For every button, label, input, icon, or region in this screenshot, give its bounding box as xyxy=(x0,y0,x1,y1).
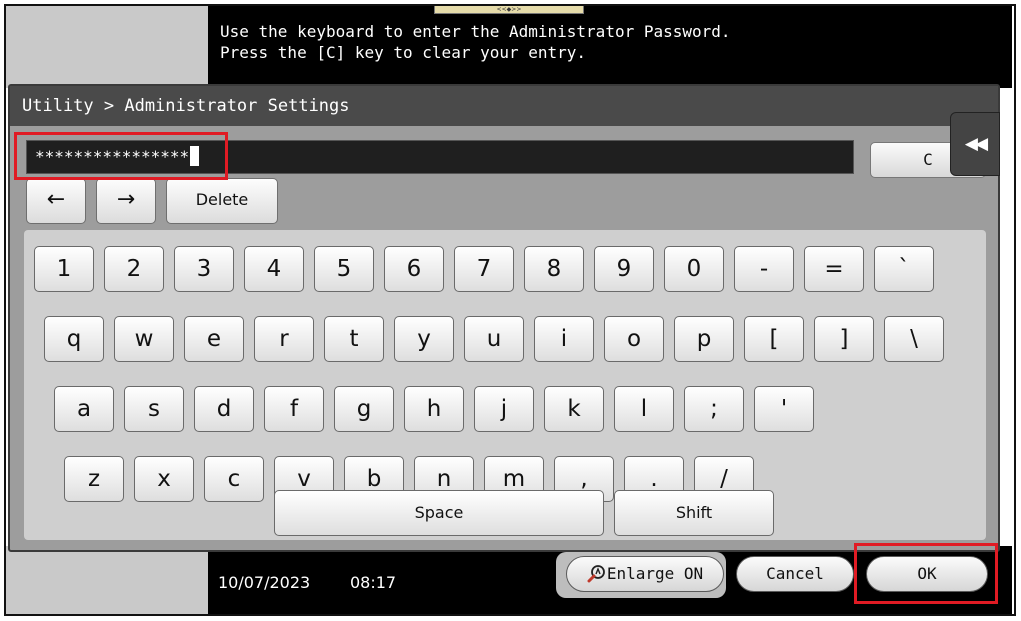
key-row1-12[interactable]: ` xyxy=(874,246,934,292)
key-row3-4[interactable]: g xyxy=(334,386,394,432)
key-row4-1[interactable]: x xyxy=(134,456,194,502)
key-row2-3[interactable]: r xyxy=(254,316,314,362)
key-row3-9[interactable]: ; xyxy=(684,386,744,432)
key-row3-6[interactable]: j xyxy=(474,386,534,432)
key-row1-5[interactable]: 6 xyxy=(384,246,444,292)
cancel-button[interactable]: Cancel xyxy=(736,556,854,592)
key-row3-5[interactable]: h xyxy=(404,386,464,432)
key-row2-9[interactable]: p xyxy=(674,316,734,362)
key-row2-2[interactable]: e xyxy=(184,316,244,362)
key-row3-8[interactable]: l xyxy=(614,386,674,432)
key-row3-3[interactable]: f xyxy=(264,386,324,432)
key-row3-0[interactable]: a xyxy=(54,386,114,432)
key-row1-3[interactable]: 4 xyxy=(244,246,304,292)
key-row2-0[interactable]: q xyxy=(44,316,104,362)
key-row1-7[interactable]: 8 xyxy=(524,246,584,292)
breadcrumb: Utility > Administrator Settings xyxy=(10,86,998,126)
key-row1-9[interactable]: 0 xyxy=(664,246,724,292)
key-row1-6[interactable]: 7 xyxy=(454,246,514,292)
delete-button[interactable]: Delete xyxy=(166,178,278,224)
key-row1-11[interactable]: = xyxy=(804,246,864,292)
key-row1-0[interactable]: 1 xyxy=(34,246,94,292)
key-row2-12[interactable]: \ xyxy=(884,316,944,362)
key-row3-7[interactable]: k xyxy=(544,386,604,432)
ok-button[interactable]: OK xyxy=(866,556,988,592)
key-row3-1[interactable]: s xyxy=(124,386,184,432)
instruction-line-2: Press the [C] key to clear your entry. xyxy=(220,43,587,62)
password-input[interactable]: **************** xyxy=(26,140,854,174)
key-row1-1[interactable]: 2 xyxy=(104,246,164,292)
key-row2-5[interactable]: y xyxy=(394,316,454,362)
key-row2-7[interactable]: i xyxy=(534,316,594,362)
instruction-area: Use the keyboard to enter the Administra… xyxy=(208,6,1012,88)
key-row2-4[interactable]: t xyxy=(324,316,384,362)
text-cursor xyxy=(190,146,200,166)
key-row1-10[interactable]: - xyxy=(734,246,794,292)
password-value: **************** xyxy=(35,147,190,166)
collapse-panel-icon[interactable]: ◀◀ xyxy=(950,112,1000,176)
status-date: 10/07/2023 xyxy=(218,573,311,592)
cursor-left-button[interactable]: ← xyxy=(26,178,86,224)
keyboard: 1 2 3 4 5 6 7 8 9 0- = ` q w e r t y u i o p[] \ a s d f g h j k l; ' … xyxy=(24,230,986,540)
enlarge-label: Enlarge ON xyxy=(606,564,704,583)
key-row4-0[interactable]: z xyxy=(64,456,124,502)
key-row2-10[interactable]: [ xyxy=(744,316,804,362)
key-row1-2[interactable]: 3 xyxy=(174,246,234,292)
key-row2-8[interactable]: o xyxy=(604,316,664,362)
top-pull-tab[interactable]: <<◆>> xyxy=(434,6,584,14)
shift-key[interactable]: Shift xyxy=(614,490,774,536)
key-row4-2[interactable]: c xyxy=(204,456,264,502)
instruction-line-1: Use the keyboard to enter the Administra… xyxy=(220,22,731,41)
cursor-right-button[interactable]: → xyxy=(96,178,156,224)
key-row1-8[interactable]: 9 xyxy=(594,246,654,292)
enlarge-icon xyxy=(587,565,605,583)
key-row1-4[interactable]: 5 xyxy=(314,246,374,292)
key-row2-11[interactable]: ] xyxy=(814,316,874,362)
left-panel-top xyxy=(6,6,208,88)
space-key[interactable]: Space xyxy=(274,490,604,536)
key-row3-2[interactable]: d xyxy=(194,386,254,432)
key-row3-10[interactable]: ' xyxy=(754,386,814,432)
status-time: 08:17 xyxy=(350,573,397,592)
password-dialog: Utility > Administrator Settings *******… xyxy=(8,84,1000,552)
enlarge-button[interactable]: Enlarge ON xyxy=(566,556,724,592)
key-row2-6[interactable]: u xyxy=(464,316,524,362)
key-row2-1[interactable]: w xyxy=(114,316,174,362)
left-panel-bottom xyxy=(6,546,208,614)
